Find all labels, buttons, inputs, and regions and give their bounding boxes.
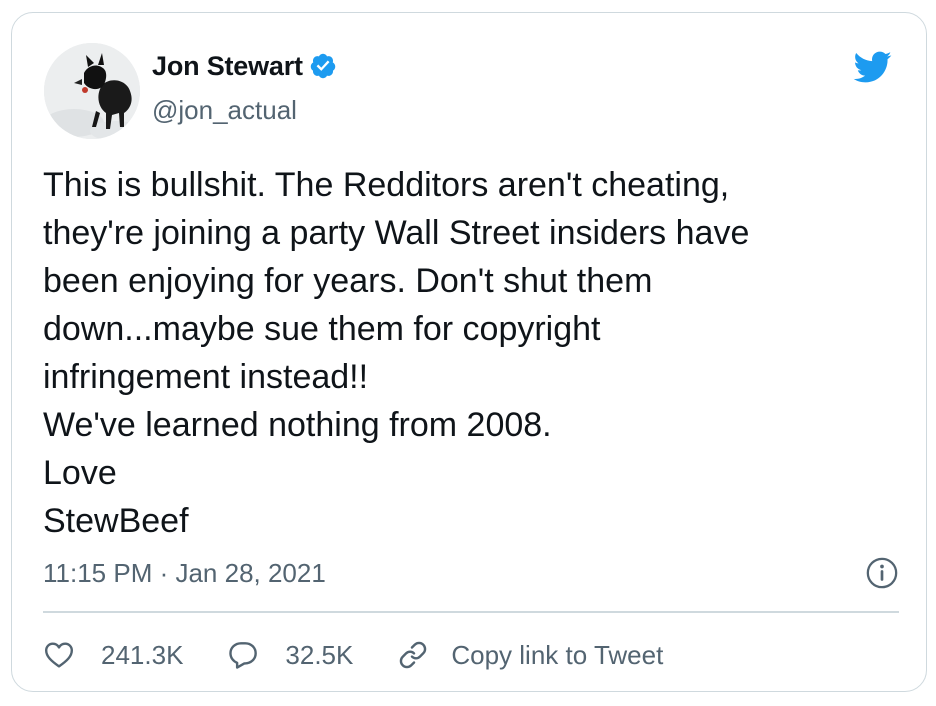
author-name-row: Jon Stewart [152,49,337,83]
like-button[interactable]: 241.3K [43,639,183,671]
copy-link-button[interactable]: Copy link to Tweet [397,639,663,671]
heart-icon [45,642,73,668]
copy-link-label: Copy link to Tweet [451,639,664,670]
divider [43,611,899,613]
author-display-name[interactable]: Jon Stewart [152,51,303,82]
verified-badge-icon [309,52,337,80]
info-icon[interactable] [865,556,899,590]
tweet-text: This is bullshit. The Redditors aren't c… [43,166,750,540]
reply-count: 32.5K [285,639,354,670]
reply-button[interactable]: 32.5K [227,639,353,671]
dog-photo-avatar [44,43,140,139]
twitter-bird-icon[interactable] [848,47,896,87]
author-handle[interactable]: @jon_actual [152,95,297,126]
tweet-meta-row: 11:15 PM · Jan 28, 2021 [43,553,899,593]
tweet-actions: 241.3K 32.5K Copy link to Tweet [43,631,707,679]
like-count: 241.3K [101,639,184,670]
link-icon [400,641,427,669]
tweet-timestamp[interactable]: 11:15 PM · Jan 28, 2021 [43,558,326,589]
speech-bubble-icon [229,642,258,669]
tweet-card: Jon Stewart @jon_actual This is bullshit… [11,12,927,692]
avatar[interactable] [44,43,140,139]
